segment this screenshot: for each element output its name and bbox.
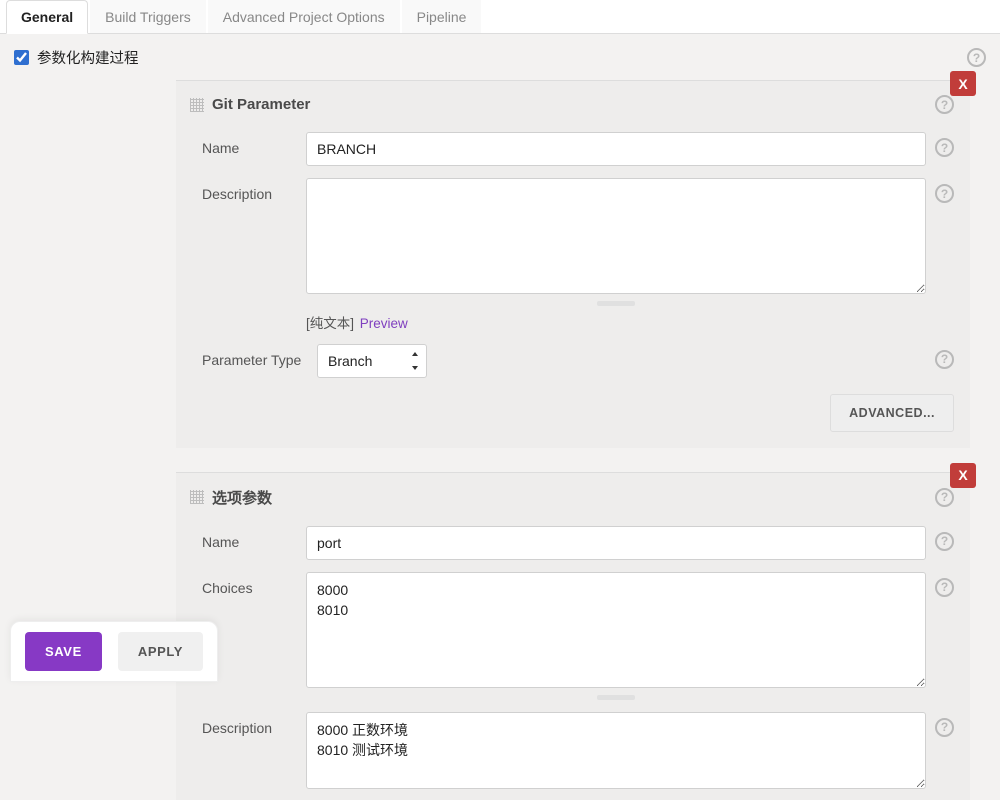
tab-general[interactable]: General xyxy=(6,0,88,34)
page-body: 参数化构建过程 ? X Git Parameter ? Name ? Descr… xyxy=(0,34,1000,800)
help-icon[interactable]: ? xyxy=(935,95,954,114)
config-tabs: General Build Triggers Advanced Project … xyxy=(0,0,1000,34)
resize-grip-icon[interactable] xyxy=(597,301,635,306)
help-icon[interactable]: ? xyxy=(935,532,954,551)
tab-advanced-project-options[interactable]: Advanced Project Options xyxy=(208,0,400,33)
apply-button[interactable]: APPLY xyxy=(118,632,203,671)
help-icon[interactable]: ? xyxy=(935,350,954,369)
advanced-button[interactable]: ADVANCED... xyxy=(830,394,954,432)
save-button[interactable]: SAVE xyxy=(25,632,102,671)
bottom-toolbar: SAVE APPLY xyxy=(10,621,218,682)
label-description: Description xyxy=(202,712,306,736)
parameter-type-select[interactable]: Branch xyxy=(317,344,427,378)
drag-handle-icon[interactable] xyxy=(190,490,204,504)
choice-param-name-input[interactable] xyxy=(306,526,926,560)
git-param-description-textarea[interactable] xyxy=(306,178,926,294)
parametrized-build-row: 参数化构建过程 ? xyxy=(0,34,1000,80)
parametrized-build-label: 参数化构建过程 xyxy=(37,47,139,68)
label-name: Name xyxy=(202,132,306,156)
help-icon[interactable]: ? xyxy=(935,138,954,157)
help-icon[interactable]: ? xyxy=(935,488,954,507)
help-icon[interactable]: ? xyxy=(967,48,986,67)
section-title: Git Parameter xyxy=(212,96,310,113)
section-git-parameter: X Git Parameter ? Name ? Description xyxy=(176,80,970,448)
drag-handle-icon[interactable] xyxy=(190,98,204,112)
help-icon[interactable]: ? xyxy=(935,184,954,203)
tab-pipeline[interactable]: Pipeline xyxy=(402,0,482,33)
git-param-name-input[interactable] xyxy=(306,132,926,166)
section-choice-parameter: X 选项参数 ? Name ? Choices 8000 8010 ? xyxy=(176,472,970,800)
label-parameter-type: Parameter Type xyxy=(202,344,317,368)
resize-grip-icon[interactable] xyxy=(597,695,635,700)
choice-param-description-textarea[interactable]: 8000 正数环境 8010 测试环境 xyxy=(306,712,926,789)
help-icon[interactable]: ? xyxy=(935,718,954,737)
help-icon[interactable]: ? xyxy=(935,578,954,597)
choice-param-choices-textarea[interactable]: 8000 8010 xyxy=(306,572,926,688)
close-icon[interactable]: X xyxy=(950,463,976,488)
tab-build-triggers[interactable]: Build Triggers xyxy=(90,0,206,33)
preview-link[interactable]: Preview xyxy=(360,316,408,331)
close-icon[interactable]: X xyxy=(950,71,976,96)
label-choices: Choices xyxy=(202,572,306,596)
plain-text-label: [纯文本] xyxy=(306,316,354,331)
section-title: 选项参数 xyxy=(212,487,272,508)
label-name: Name xyxy=(202,526,306,550)
parametrized-build-checkbox[interactable] xyxy=(14,50,29,65)
label-description: Description xyxy=(202,178,306,202)
